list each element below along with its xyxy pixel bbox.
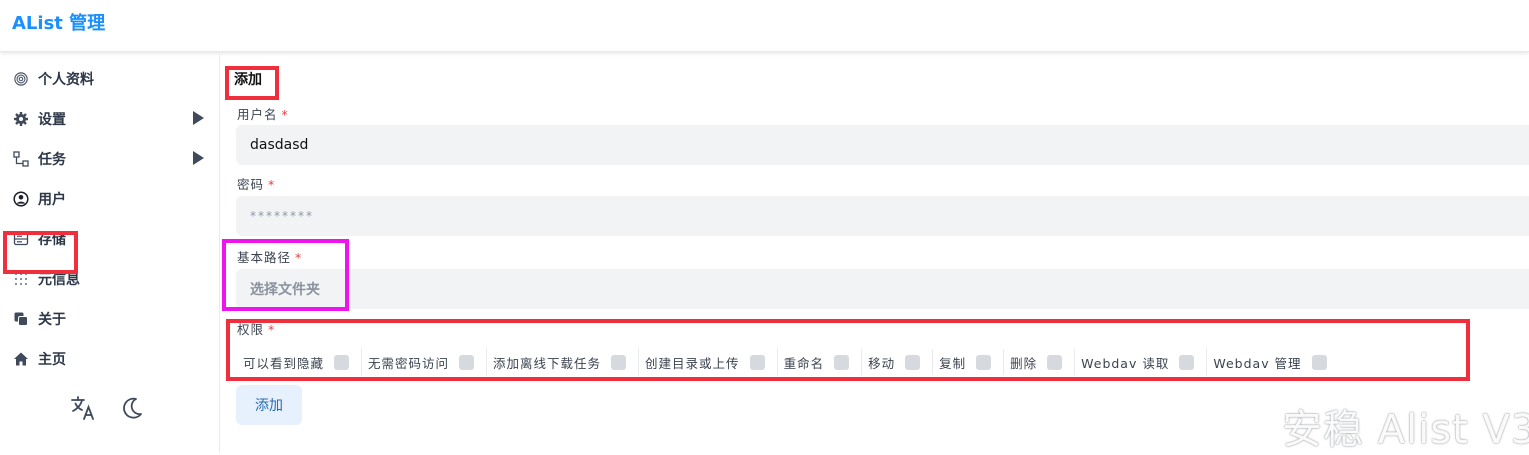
- sidebar: 个人资料 设置 任务 用户 存储 元信息 关于 主页: [0, 53, 220, 453]
- flowchart-icon: [12, 150, 30, 168]
- sidebar-item-label: 设置: [38, 112, 66, 128]
- sidebar-item-users[interactable]: 用户: [12, 186, 212, 212]
- password-label: 密码 *: [237, 174, 275, 193]
- username-value: dasdasd: [250, 137, 309, 153]
- username-input[interactable]: dasdasd: [236, 125, 1529, 165]
- brand-title[interactable]: AList 管理: [12, 9, 105, 35]
- sidebar-item-profile[interactable]: 个人资料: [12, 66, 212, 92]
- moon-icon: [119, 395, 145, 425]
- chevron-right-icon[interactable]: [193, 151, 204, 165]
- required-mark: *: [268, 177, 276, 192]
- language-switch-button[interactable]: [68, 395, 98, 425]
- password-label-text: 密码: [237, 177, 265, 192]
- fingerprint-icon: [12, 70, 30, 88]
- required-mark: *: [281, 107, 289, 122]
- theme-toggle-button[interactable]: [117, 395, 147, 425]
- highlight-box-base-path: [222, 239, 349, 311]
- highlight-box-permissions: [226, 319, 1470, 381]
- highlight-box-users: [3, 231, 78, 274]
- user-circle-icon: [12, 190, 30, 208]
- sidebar-item-label: 用户: [38, 192, 66, 208]
- home-icon: [12, 350, 30, 368]
- base-path-input[interactable]: 选择文件夹: [236, 269, 1529, 309]
- translate-icon: [69, 394, 97, 426]
- sidebar-item-about[interactable]: 关于: [12, 306, 212, 332]
- sidebar-item-label: 任务: [38, 152, 66, 168]
- sidebar-item-label: 主页: [38, 352, 66, 368]
- gear-icon: [12, 110, 30, 128]
- username-label: 用户名 *: [237, 104, 289, 123]
- sidebar-item-home[interactable]: 主页: [12, 346, 212, 372]
- sidebar-item-settings[interactable]: 设置: [12, 106, 212, 132]
- password-input[interactable]: ********: [236, 196, 1529, 236]
- main-content: 添加 用户名 * dasdasd 密码 * ******** 基本路径 * 选择文件夹…: [221, 53, 1529, 453]
- sidebar-item-tasks[interactable]: 任务: [12, 146, 212, 172]
- watermark: 安稳 Alist V3: [1282, 407, 1529, 453]
- highlight-box-title: [225, 66, 279, 100]
- top-header: AList 管理: [0, 0, 1529, 52]
- chevron-right-icon[interactable]: [193, 111, 204, 125]
- password-value: ********: [250, 209, 314, 223]
- sidebar-item-label: 关于: [38, 312, 66, 328]
- add-user-button[interactable]: 添加: [236, 385, 302, 425]
- copy-icon: [12, 310, 30, 328]
- sidebar-item-label: 个人资料: [38, 72, 94, 88]
- username-label-text: 用户名: [237, 107, 278, 122]
